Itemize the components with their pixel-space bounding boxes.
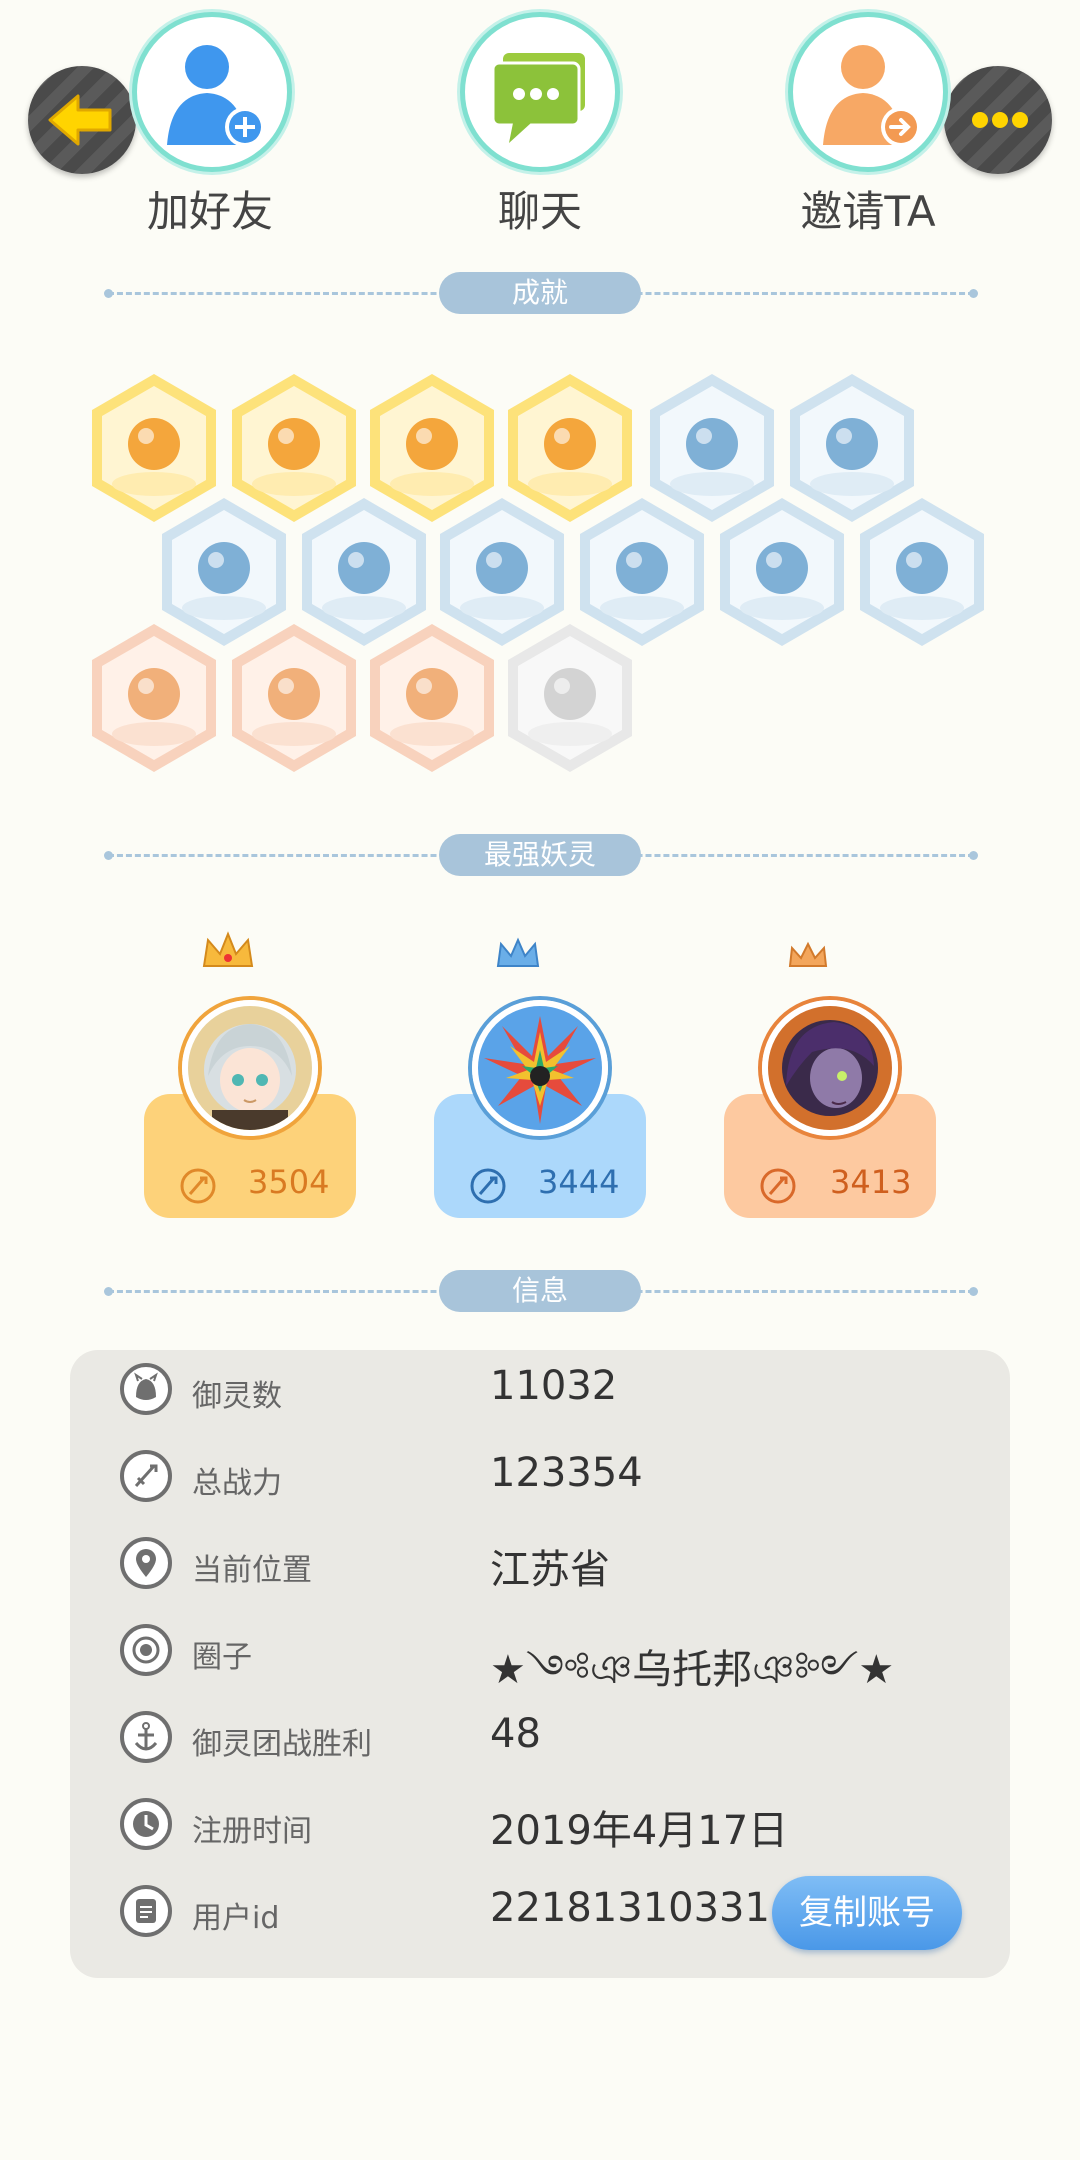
info-value: 48 <box>490 1711 541 1757</box>
achievement-badge[interactable] <box>504 622 636 774</box>
silver-crown-icon <box>496 937 540 967</box>
info-label: 总战力 <box>192 1466 282 1501</box>
info-value: 江苏省 <box>490 1547 610 1593</box>
achievements-header: 成就 <box>439 272 641 314</box>
spirit-score-2: 3444 <box>538 1163 620 1201</box>
achievement-badge[interactable] <box>366 622 498 774</box>
achievement-badge[interactable] <box>716 496 848 648</box>
invite-icon <box>823 45 921 147</box>
info-value: 2019年4月17日 <box>490 1808 789 1854</box>
back-button[interactable] <box>28 66 136 174</box>
info-label: 御灵数 <box>192 1379 282 1414</box>
add-friend-label: 加好友 <box>146 187 273 236</box>
back-arrow-icon <box>48 94 112 146</box>
info-label: 用户id <box>192 1901 280 1936</box>
info-value: 123354 <box>490 1450 643 1496</box>
ellipsis-icon <box>972 112 1028 128</box>
info-label: 注册时间 <box>192 1814 312 1849</box>
info-label: 圈子 <box>192 1640 252 1675</box>
spirit-count-icon <box>120 1363 172 1415</box>
gold-crown-icon <box>202 931 254 967</box>
chat-label: 聊天 <box>497 187 582 236</box>
info-row-location: 当前位置 江苏省 <box>70 1529 1010 1599</box>
anchor-icon <box>120 1711 172 1763</box>
add-friend-button[interactable] <box>132 12 292 172</box>
silver-hair-girl-avatar <box>188 1006 312 1130</box>
more-options-button[interactable] <box>944 66 1052 174</box>
copy-account-button[interactable]: 复制账号 <box>772 1876 962 1950</box>
chat-bubble-icon <box>491 53 585 143</box>
info-row-spirit-count: 御灵数 11032 <box>70 1355 1010 1425</box>
circle-target-icon <box>120 1624 172 1676</box>
spirit-score-1: 3504 <box>248 1163 330 1201</box>
twin-figures-icon <box>370 624 494 772</box>
add-friend-icon <box>167 45 265 147</box>
clock-icon <box>120 1798 172 1850</box>
invite-button[interactable] <box>788 12 948 172</box>
top-spirits-header: 最强妖灵 <box>439 834 641 876</box>
info-label: 当前位置 <box>192 1553 312 1588</box>
dragon-statue-icon <box>508 624 632 772</box>
power-icon-1 <box>180 1168 216 1204</box>
ox-figure-icon <box>232 624 356 772</box>
location-pin-icon <box>120 1537 172 1589</box>
spirit-avatar-1[interactable] <box>182 1000 318 1136</box>
info-row-circle: 圈子 ★༺ঞ乌托邦ঞ༻★ <box>70 1616 1010 1693</box>
purple-hair-girl-avatar <box>768 1006 892 1130</box>
fox-book-icon <box>860 498 984 646</box>
scroll-emblem-icon <box>720 498 844 646</box>
info-row-team-wins: 御灵团战胜利 48 <box>70 1703 1010 1773</box>
achievement-badge[interactable] <box>228 622 360 774</box>
info-value: 22181310331 <box>490 1885 770 1931</box>
spirit-avatar-3[interactable] <box>762 1000 898 1136</box>
info-label: 御灵团战胜利 <box>192 1727 372 1762</box>
achievement-badge[interactable] <box>88 622 220 774</box>
spirit-avatar-2[interactable] <box>472 1000 608 1136</box>
info-row-total-power: 总战力 123354 <box>70 1442 1010 1512</box>
achievement-badge[interactable] <box>856 496 988 648</box>
power-icon-2 <box>470 1168 506 1204</box>
power-icon-3 <box>760 1168 796 1204</box>
cat-cart-icon <box>92 624 216 772</box>
id-card-icon <box>120 1885 172 1937</box>
info-value: 11032 <box>490 1363 618 1409</box>
chat-button[interactable] <box>460 12 620 172</box>
bronze-crown-icon <box>788 941 828 967</box>
spiky-crystal-beast-avatar <box>478 1006 602 1130</box>
info-header: 信息 <box>439 1270 641 1312</box>
spirit-score-3: 3413 <box>830 1163 912 1201</box>
invite-label: 邀请TA <box>800 187 936 236</box>
info-row-register-date: 注册时间 2019年4月17日 <box>70 1790 1010 1860</box>
sword-icon <box>120 1450 172 1502</box>
